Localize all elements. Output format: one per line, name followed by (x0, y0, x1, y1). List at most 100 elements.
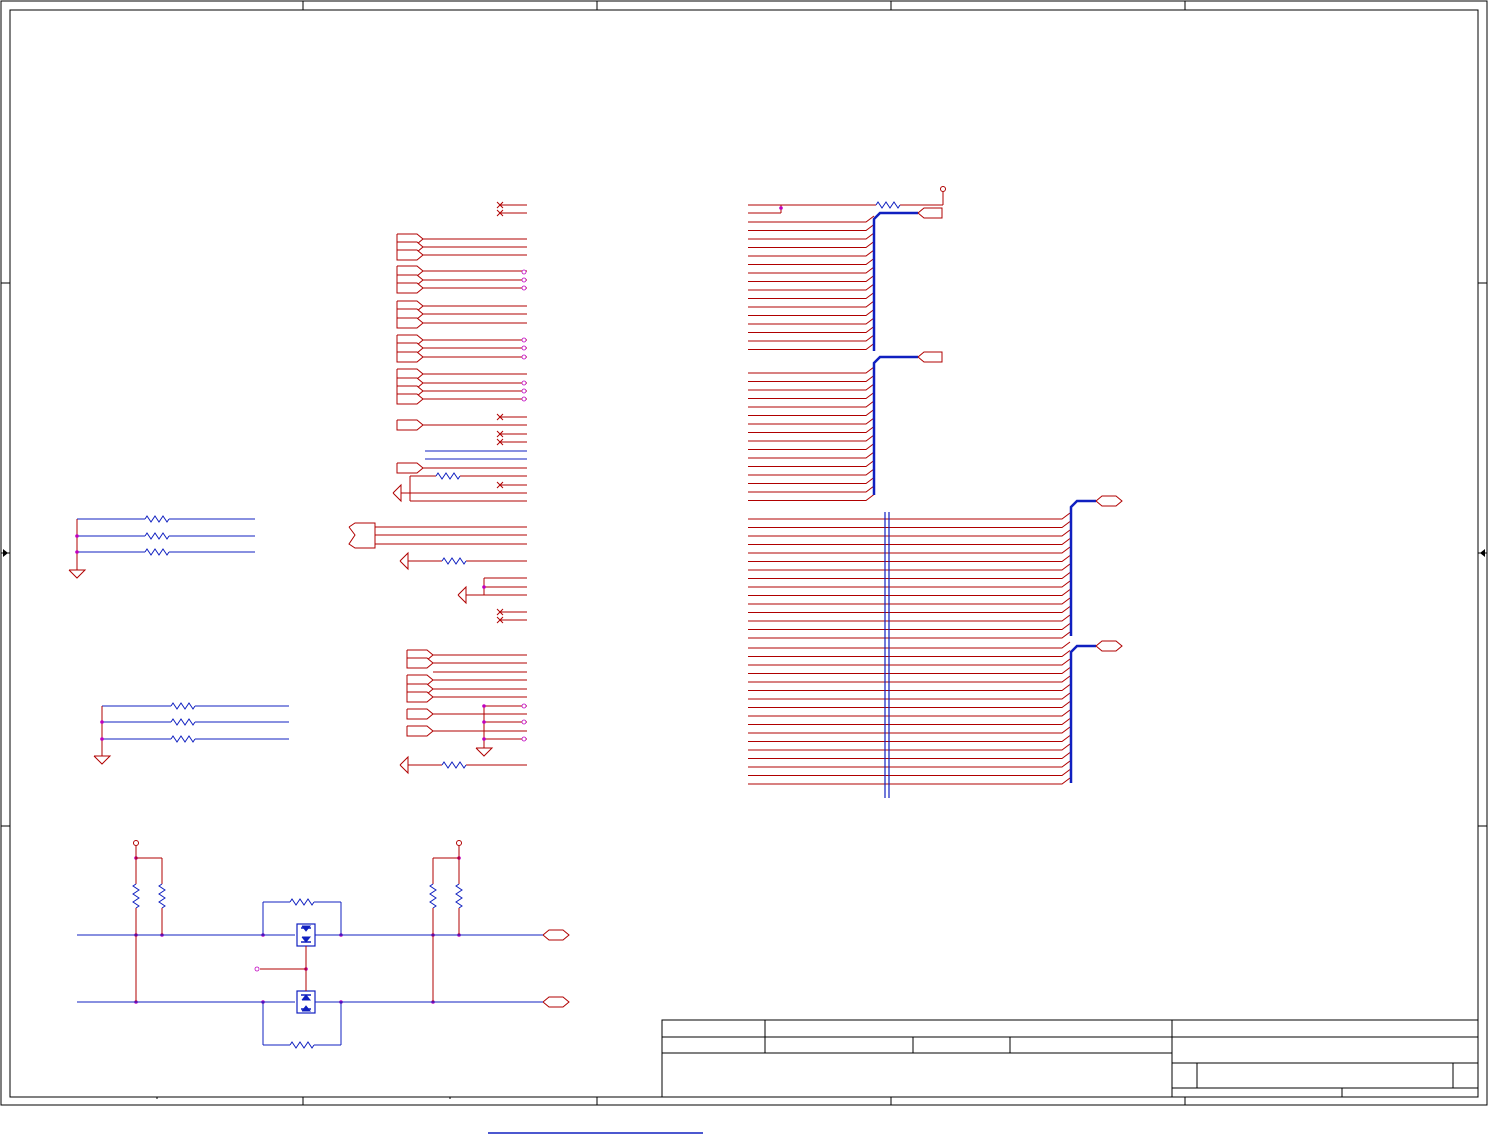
ground-symbol-icon (457, 585, 467, 605)
offpage-connector-icon (396, 393, 424, 405)
junction-dot (482, 720, 486, 724)
open-pin-circle (521, 345, 527, 351)
ic-pin-wire (748, 343, 875, 350)
ic-pin-wire (748, 546, 1071, 554)
ic-pin-wire (748, 241, 875, 248)
open-pin-circle (521, 736, 527, 742)
ic-pin-wire (748, 224, 875, 231)
resistor-icon (435, 472, 461, 480)
ic-pin-wire (748, 400, 875, 408)
ic-pin-wire (748, 477, 875, 484)
ic-pin-wire (748, 709, 1071, 717)
resistor-icon (875, 201, 901, 209)
ic-pin-wire (748, 434, 875, 442)
ic-pin-wire (748, 563, 1071, 571)
resistor-icon (455, 883, 463, 909)
offpage-connector-icon (396, 351, 424, 363)
ic-pin-wire (748, 521, 1071, 528)
ic-pin-wire (748, 485, 875, 493)
ic-pin-wire (748, 383, 875, 391)
ic-pin-wire (748, 232, 875, 240)
ic-pin-wire (748, 769, 1071, 776)
bus-line (872, 211, 918, 351)
ic-pin-wire (748, 701, 1071, 708)
open-pin-circle (521, 396, 527, 402)
resistor-icon (158, 883, 166, 909)
ic-pin-wire (748, 631, 1071, 639)
junction-dot (779, 206, 783, 210)
ic-pin-wire (748, 283, 875, 291)
junction-dot (482, 585, 486, 589)
ic-pin-wire (748, 443, 875, 450)
ic-pin-wire (748, 735, 1071, 742)
open-pin-circle (521, 354, 527, 360)
offpage-connector-icon (406, 708, 434, 720)
resistor-icon (170, 718, 196, 726)
resistor-icon (144, 548, 170, 556)
bus-line (872, 355, 918, 495)
ground-symbol-icon (68, 569, 87, 579)
bus-line (1069, 644, 1096, 783)
resistor-icon (170, 702, 196, 710)
ic-pin-wire (748, 334, 875, 342)
open-pin-circle (521, 277, 527, 283)
ic-pin-wire (748, 309, 875, 316)
open-pin-circle (521, 285, 527, 291)
offpage-connector-icon (406, 691, 434, 703)
ic-pin-wire (748, 684, 1071, 691)
ic-pin-wire (748, 417, 875, 425)
resistor-icon (144, 532, 170, 540)
resistor-icon (170, 735, 196, 743)
ic-pin-wire (748, 326, 875, 333)
ic-pin-wire (748, 597, 1071, 605)
offpage-connector-icon (396, 249, 424, 261)
resistor-icon (132, 883, 140, 909)
ic-pin-wire (748, 275, 875, 282)
ic-pin-wire (748, 426, 875, 433)
ic-pin-wire (748, 572, 1071, 579)
sheet-border (0, 0, 1488, 1106)
resistor-icon (289, 898, 315, 906)
resistor-icon (289, 1041, 315, 1049)
ground-symbol-icon (392, 483, 402, 503)
ic-left-pin-wires (373, 204, 527, 766)
ic-right-pin-wires (748, 192, 1071, 785)
open-pin-circle (521, 269, 527, 275)
ic-pin-wire (748, 606, 1071, 613)
ic-pin-wire (748, 266, 875, 274)
junction-dot (75, 550, 79, 554)
power-port-icon (456, 840, 462, 846)
ic-pin-wire (748, 777, 1071, 785)
junction-dot (100, 720, 104, 724)
power-port-icon (133, 840, 139, 846)
offpage-connector-icon (406, 657, 434, 669)
bus-line (1069, 499, 1096, 636)
resistor-icon (441, 557, 467, 565)
ic-pin-wire (748, 460, 875, 467)
ic-pin-wire (748, 258, 875, 265)
level-shifter-circuit (77, 840, 543, 1049)
ic-pin-wire (748, 215, 875, 223)
resistor-group (76, 201, 901, 769)
ic-pin-wire (748, 366, 875, 374)
ic-pin-wire (748, 718, 1071, 725)
ic-pin-wire (748, 580, 1071, 588)
ic-pin-wire (748, 494, 875, 501)
offpage-connector-icon (396, 317, 424, 329)
offpage-connector-icon (1095, 640, 1123, 652)
offpage-connector-icon (396, 419, 424, 431)
ground-symbol-icon (475, 747, 494, 757)
power-port-icon (940, 186, 946, 192)
ic-pin-wire (748, 752, 1071, 759)
ic-pin-wire (748, 409, 875, 416)
offpage-connector-icon (917, 351, 943, 363)
ic-pin-wire (748, 538, 1071, 545)
ic-pin-wire (748, 529, 1071, 537)
ic-pin-wire (748, 726, 1071, 734)
junction-dots (75, 206, 783, 1004)
open-pin-circle (521, 388, 527, 394)
main-ic (527, 196, 748, 808)
ground-symbol-icon (399, 755, 409, 775)
ic-pin-wire (748, 623, 1071, 630)
ic-pin-wire (748, 658, 1071, 666)
